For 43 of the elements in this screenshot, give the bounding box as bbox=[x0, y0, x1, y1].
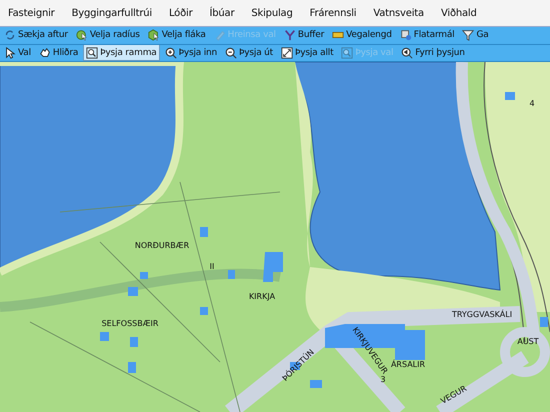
pointer-icon bbox=[4, 46, 16, 59]
zoom-box-icon bbox=[86, 46, 98, 59]
tool-button[interactable]: Hliðra bbox=[36, 44, 82, 61]
tool-button[interactable]: Val bbox=[1, 44, 34, 61]
map-label: AUST bbox=[517, 336, 539, 346]
zoom-out-icon bbox=[225, 46, 238, 59]
refresh-icon bbox=[4, 29, 16, 42]
tool-button[interactable]: Fyrri þysjun bbox=[398, 44, 468, 61]
tool-button[interactable]: Þysja ramma bbox=[83, 44, 160, 61]
menu-item[interactable]: Fasteignir bbox=[8, 8, 55, 19]
map-label: 3 bbox=[380, 374, 386, 384]
tool-button[interactable]: Þysja allt bbox=[278, 44, 336, 61]
map-label: ÁRSALIR bbox=[390, 360, 426, 369]
menu-item[interactable]: Frárennsli bbox=[310, 8, 356, 19]
map-label: 4 bbox=[529, 98, 535, 108]
tool-button[interactable]: Þysja inn bbox=[162, 44, 220, 61]
buffer-icon bbox=[284, 29, 296, 42]
circle-cursor-icon bbox=[76, 29, 88, 42]
menu-item[interactable]: Íbúar bbox=[209, 8, 234, 19]
tool-button[interactable]: Þysja út bbox=[222, 44, 276, 61]
tool-button[interactable]: Velja radíus bbox=[72, 27, 143, 44]
tool-button[interactable]: Sækja aftur bbox=[1, 27, 71, 44]
map-label: TRYGGVASKÁLI bbox=[452, 310, 512, 319]
zoom-previous-icon bbox=[401, 46, 414, 59]
map-label: KIRKJA bbox=[248, 292, 276, 301]
map-label: II bbox=[210, 262, 214, 271]
tool-button[interactable]: Buffer bbox=[280, 27, 328, 44]
tool-button[interactable]: Vegalengd bbox=[329, 27, 395, 44]
menu-item[interactable]: Lóðir bbox=[168, 8, 192, 19]
map-label: SELFOSSBÆIR bbox=[102, 318, 158, 328]
zoom-box-icon bbox=[341, 46, 354, 59]
zoom-in-icon bbox=[164, 46, 177, 59]
tool-button[interactable]: Flatarmál bbox=[396, 27, 458, 44]
menu-item[interactable]: Skipulag bbox=[251, 8, 293, 19]
menu-item[interactable]: Viðhald bbox=[440, 8, 477, 19]
tool-button[interactable]: Velja fláka bbox=[144, 27, 209, 44]
tool-button[interactable]: Ga bbox=[459, 27, 492, 44]
menu-item[interactable]: Vatnsveita bbox=[373, 8, 424, 19]
menu-item[interactable]: Byggingarfulltrúi bbox=[72, 8, 152, 19]
map-label: NORÐURBÆR bbox=[134, 240, 190, 250]
hexagon-cursor-icon bbox=[148, 29, 160, 42]
area-icon bbox=[400, 29, 412, 42]
expand-icon bbox=[281, 46, 294, 59]
